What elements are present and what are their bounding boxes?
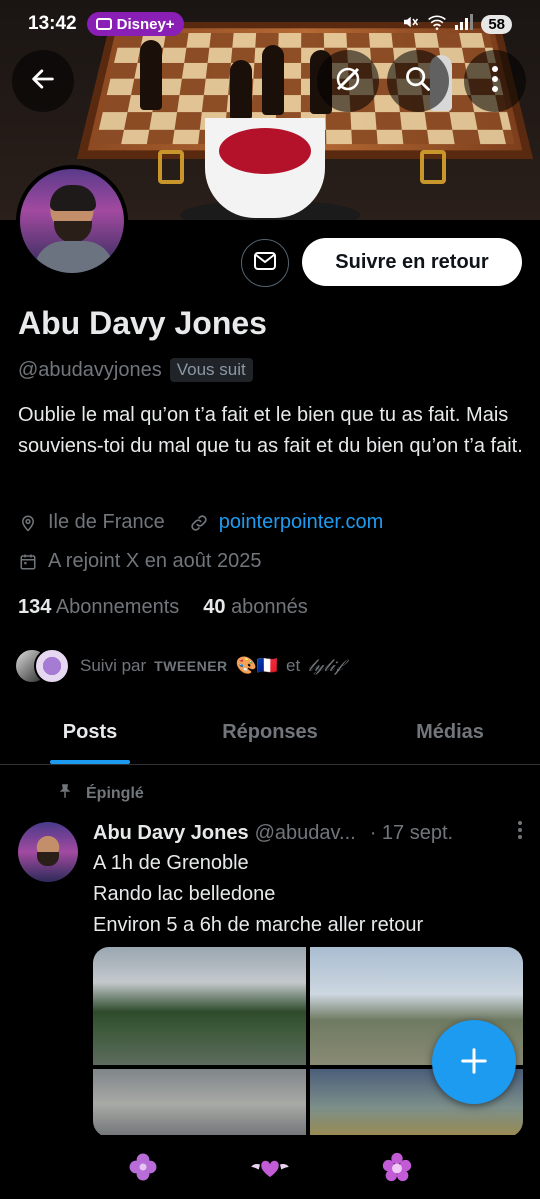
following-label: Abonnements [55, 596, 180, 618]
media-pill-label: Disney+ [116, 15, 175, 33]
post-line: Rando lac belledone [93, 883, 276, 905]
profile-location: Ile de France [48, 511, 165, 533]
followed-by-and: et [285, 656, 301, 675]
status-time: 13:42 [28, 13, 77, 34]
follow-counts: 134 Abonnements 40 abonnés [18, 596, 308, 619]
battery-indicator: 58 [481, 14, 512, 34]
profile-tabs: Posts Réponses Médias [0, 700, 540, 765]
flower-clover-icon [129, 1153, 157, 1181]
message-button[interactable] [241, 239, 289, 287]
tab-media[interactable]: Médias [360, 700, 540, 764]
followers-label: abonnés [231, 596, 308, 618]
post-line: A 1h de Grenoble [93, 852, 249, 874]
followed-by-user1: TWEENER [154, 658, 228, 674]
followed-by-emoji: 🎨🇫🇷 [235, 656, 278, 675]
post-more-button[interactable] [517, 820, 523, 846]
banner-teacup [205, 118, 325, 218]
post-date[interactable]: · 17 sept. [370, 822, 453, 845]
more-vertical-icon [491, 65, 499, 98]
profile-meta-row-1: Ile de France pointerpointer.com [18, 511, 383, 534]
search-button[interactable] [387, 50, 449, 112]
search-icon [404, 65, 432, 98]
envelope-icon [253, 250, 277, 277]
post-photo-rocks[interactable] [93, 1069, 306, 1137]
calendar-icon [18, 552, 38, 572]
post-author-name[interactable]: Abu Davy Jones [93, 822, 249, 845]
profile-avatar[interactable] [16, 165, 128, 277]
tv-icon [95, 18, 112, 30]
bottom-navigation [0, 1135, 540, 1199]
link-icon [189, 513, 209, 533]
post-header: Abu Davy Jones @abudav... · 17 sept. [93, 820, 523, 846]
compose-post-button[interactable] [432, 1020, 516, 1104]
status-bar: 13:42 Disney+ 58 [0, 0, 540, 48]
wifi-icon [427, 13, 447, 35]
nav-item-heart[interactable] [250, 1147, 290, 1187]
tab-replies[interactable]: Réponses [180, 700, 360, 764]
profile-meta-row-2: A rejoint X en août 2025 [18, 550, 262, 573]
following-link[interactable]: 134 Abonnements [18, 596, 179, 619]
followed-by-user2: 𝓁𝓎𝓁𝒾𝒻 [308, 656, 343, 675]
grok-button[interactable] [317, 50, 379, 112]
pinned-label: Épinglé [86, 784, 144, 802]
nav-item-clover[interactable] [123, 1147, 163, 1187]
followers-count: 40 [203, 596, 226, 618]
followed-by-row[interactable]: Suivi par TWEENER 🎨🇫🇷 et 𝓁𝓎𝓁𝒾𝒻 [14, 648, 342, 684]
signal-icon [455, 14, 474, 34]
post-text: A 1h de Grenoble Rando lac belledone Env… [93, 848, 423, 941]
flower-icon [382, 1152, 411, 1182]
mute-icon [401, 13, 419, 35]
heart-wings-icon [251, 1160, 289, 1177]
profile-joined-date: A rejoint X en août 2025 [48, 550, 262, 572]
pin-icon [56, 781, 74, 806]
followers-link[interactable]: 40 abonnés [203, 596, 308, 619]
follows-you-badge: Vous suit [169, 358, 253, 382]
profile-bio: Oublie le mal qu’on t’a fait et le bien … [18, 404, 523, 457]
profile-name: Abu Davy Jones [18, 305, 267, 341]
more-vertical-icon [518, 821, 522, 839]
mutual-avatars [14, 648, 72, 684]
follow-back-button[interactable]: Suivre en retour [302, 238, 522, 286]
grok-icon [333, 64, 363, 99]
media-pill[interactable]: Disney+ [86, 12, 184, 36]
post-author-handle[interactable]: @abudav... [255, 822, 356, 845]
followed-by-prefix: Suivi par [80, 656, 147, 675]
following-count: 134 [18, 596, 52, 618]
post-line: Environ 5 a 6h de marche aller retour [93, 914, 424, 936]
post-photo-lake[interactable] [93, 947, 306, 1065]
profile-handle: @abudavyjones [18, 358, 162, 381]
nav-item-flower[interactable] [377, 1147, 417, 1187]
pinned-indicator: Épinglé [56, 781, 144, 806]
location-pin-icon [18, 513, 38, 533]
more-options-button[interactable] [464, 50, 526, 112]
post-author-avatar[interactable] [18, 822, 78, 882]
plus-icon [459, 1037, 489, 1087]
mutual-avatar-2 [34, 648, 70, 684]
back-button[interactable] [12, 50, 74, 112]
arrow-left-icon [29, 65, 57, 98]
profile-website-link[interactable]: pointerpointer.com [219, 511, 384, 534]
tab-posts[interactable]: Posts [0, 700, 180, 764]
